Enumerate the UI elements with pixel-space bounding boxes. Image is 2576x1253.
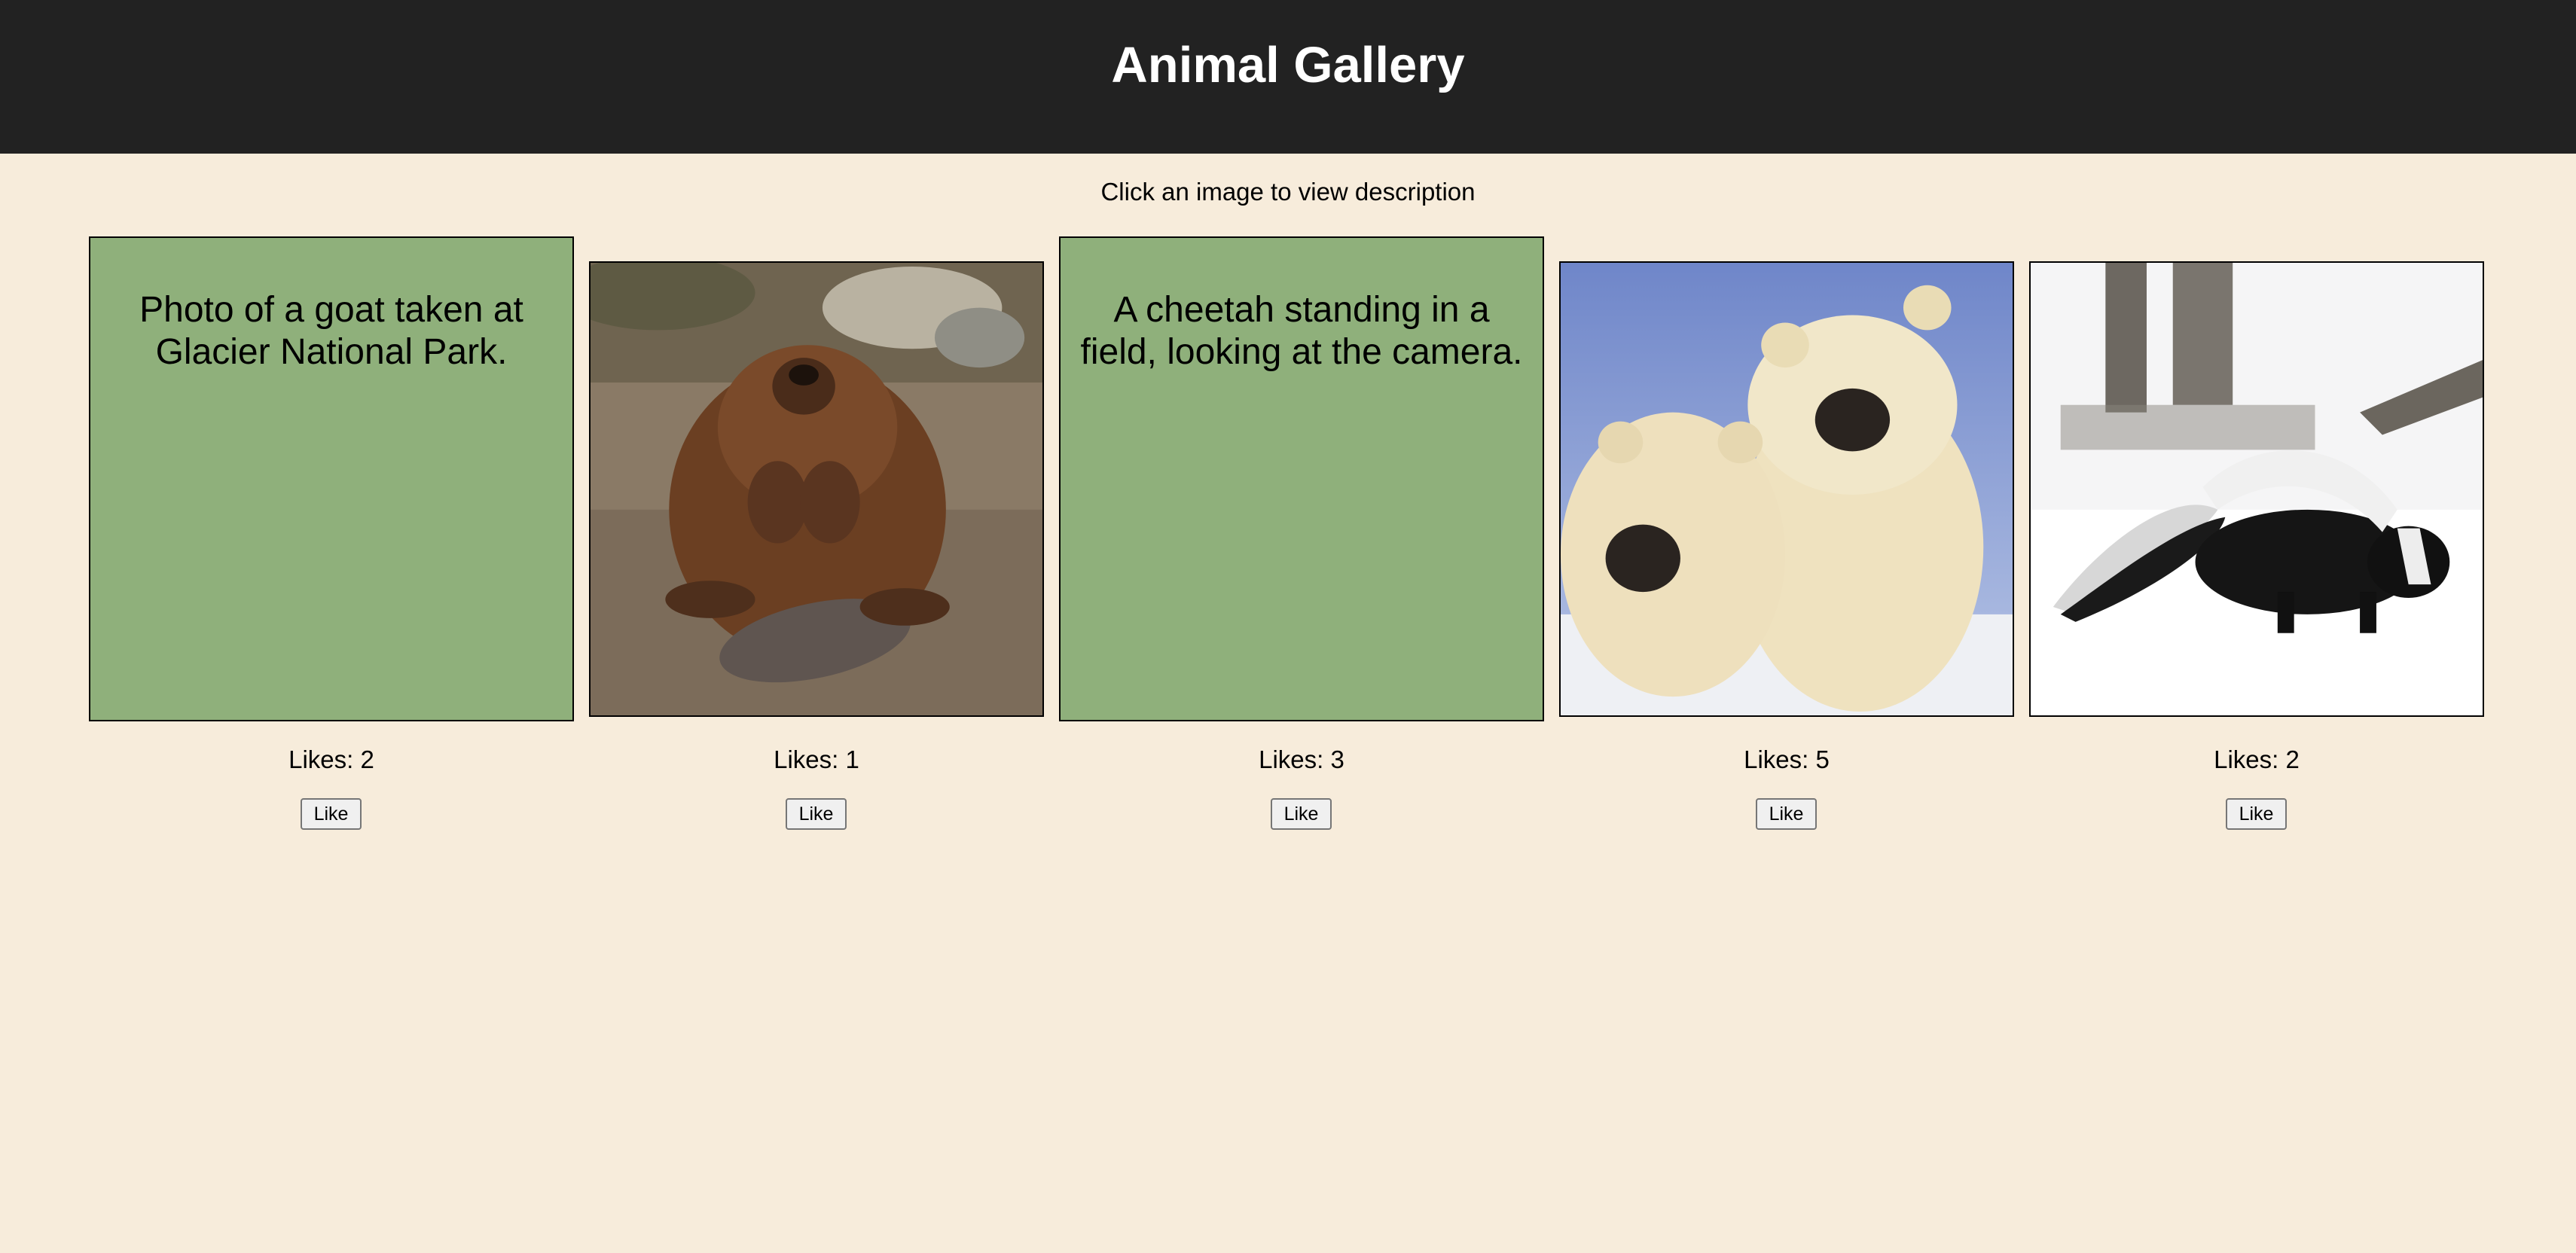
tile-description: A cheetah standing in a field, looking a… <box>1080 290 1523 372</box>
polar-bears-photo <box>1561 263 2013 715</box>
like-button[interactable]: Like <box>786 798 847 830</box>
like-button[interactable]: Like <box>1756 798 1817 830</box>
like-button[interactable]: Like <box>1271 798 1332 830</box>
gallery-tile-goat[interactable]: Photo of a goat taken at Glacier Nationa… <box>89 236 574 721</box>
gallery-tile-cheetah[interactable]: A cheetah standing in a field, looking a… <box>1059 236 1544 721</box>
skunk-photo <box>2031 263 2483 715</box>
likes-count: Likes: 2 <box>288 745 374 773</box>
like-button[interactable]: Like <box>301 798 362 830</box>
page-title: Animal Gallery <box>1111 36 1465 93</box>
like-button[interactable]: Like <box>2226 798 2287 830</box>
gallery-tile-skunk[interactable] <box>2029 261 2484 717</box>
page-header: Animal Gallery <box>0 0 2576 154</box>
instruction-text: Click an image to view description <box>1100 178 1476 206</box>
likes-count: Likes: 3 <box>1259 745 1344 773</box>
tile-description: Photo of a goat taken at Glacier Nationa… <box>139 290 523 372</box>
gallery-tile-polar-bears[interactable] <box>1559 261 2014 717</box>
likes-count: Likes: 2 <box>2214 745 2300 773</box>
likes-count: Likes: 1 <box>774 745 859 773</box>
gallery-tile-beaver[interactable] <box>589 261 1044 717</box>
likes-count: Likes: 5 <box>1744 745 1830 773</box>
beaver-photo <box>591 263 1042 715</box>
